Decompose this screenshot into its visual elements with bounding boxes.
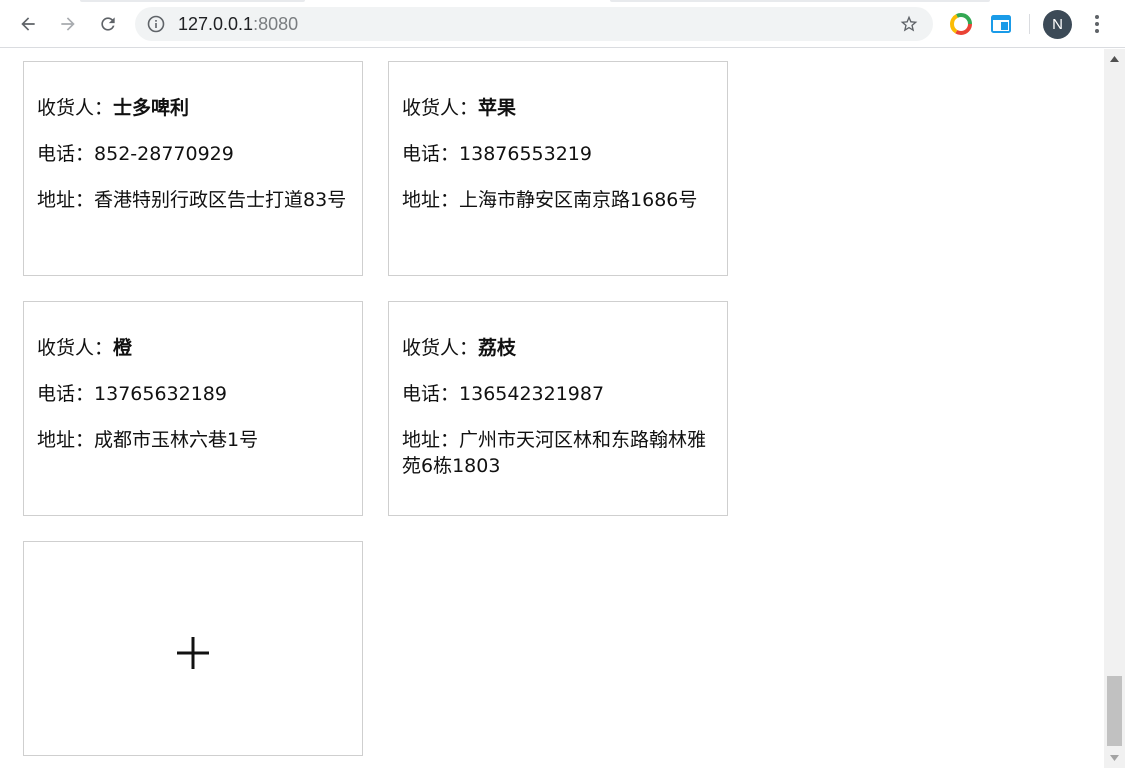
scroll-up-button[interactable]	[1104, 49, 1125, 69]
address-label: 地址：	[402, 429, 460, 451]
address-row: 地址：上海市静安区南京路1686号	[402, 187, 714, 213]
add-address-button[interactable]	[23, 541, 363, 756]
recipient-label: 收货人：	[402, 97, 479, 119]
address-label: 地址：	[37, 429, 95, 451]
phone-label: 电话：	[402, 143, 460, 165]
recipient-name: 橙	[113, 337, 133, 359]
phone-row: 电话：136542321987	[402, 381, 714, 407]
address-card[interactable]: 收货人：荔枝 电话：136542321987 地址：广州市天河区林和东路翰林雅苑…	[388, 301, 728, 516]
plus-icon	[177, 636, 209, 669]
address-value: 上海市静安区南京路1686号	[459, 189, 698, 211]
chrome-extension-icon	[950, 13, 972, 35]
url-host: 127.0.0.1	[178, 14, 254, 34]
phone-value: 852-28770929	[94, 143, 234, 165]
scrollbar-thumb[interactable]	[1107, 676, 1122, 746]
profile-avatar[interactable]: N	[1043, 10, 1072, 39]
vertical-scrollbar[interactable]	[1104, 49, 1125, 768]
recipient-name: 士多啤利	[113, 97, 190, 119]
star-icon[interactable]	[899, 14, 919, 34]
url-text[interactable]: 127.0.0.1:8080	[178, 7, 298, 41]
reload-icon	[101, 17, 115, 31]
back-arrow-icon	[21, 17, 35, 31]
address-row: 地址：广州市天河区林和东路翰林雅苑6栋1803	[402, 427, 714, 479]
forward-button[interactable]	[52, 8, 84, 40]
address-card[interactable]: 收货人：士多啤利 电话：852-28770929 地址：香港特别行政区告士打道8…	[23, 61, 363, 276]
scroll-down-button[interactable]	[1104, 748, 1125, 768]
phone-label: 电话：	[402, 383, 460, 405]
address-value: 成都市玉林六巷1号	[94, 429, 259, 451]
recipient-name: 荔枝	[478, 337, 517, 359]
window-extension-icon	[991, 15, 1011, 33]
recipient-name: 苹果	[478, 97, 517, 119]
scroll-up-arrow-icon	[1110, 56, 1119, 62]
toolbar-divider	[1029, 14, 1030, 34]
tab-strip-edge	[610, 0, 990, 2]
browser-menu-button[interactable]	[1084, 11, 1110, 37]
url-port: :8080	[253, 14, 299, 34]
address-card[interactable]: 收货人：橙 电话：13765632189 地址：成都市玉林六巷1号	[23, 301, 363, 516]
forward-arrow-icon	[61, 17, 75, 31]
phone-value: 13876553219	[459, 143, 592, 165]
recipient-label: 收货人：	[37, 337, 114, 359]
chrome-extension-button[interactable]	[947, 10, 975, 38]
browser-toolbar: 127.0.0.1:8080 N	[0, 0, 1125, 48]
address-card[interactable]: 收货人：苹果 电话：13876553219 地址：上海市静安区南京路1686号	[388, 61, 728, 276]
vertical-dots-icon	[1095, 15, 1099, 33]
address-label: 地址：	[37, 189, 95, 211]
address-value: 香港特别行政区告士打道83号	[94, 189, 347, 211]
phone-value: 136542321987	[459, 383, 605, 405]
reload-button[interactable]	[92, 8, 124, 40]
address-row: 地址：成都市玉林六巷1号	[37, 427, 349, 453]
phone-row: 电话：852-28770929	[37, 141, 349, 167]
address-row: 地址：香港特别行政区告士打道83号	[37, 187, 349, 213]
scroll-down-arrow-icon	[1110, 755, 1119, 761]
recipient-row: 收货人：荔枝	[402, 335, 714, 361]
recipient-row: 收货人：苹果	[402, 95, 714, 121]
recipient-row: 收货人：橙	[37, 335, 349, 361]
back-button[interactable]	[12, 8, 44, 40]
phone-label: 电话：	[37, 143, 95, 165]
window-extension-button[interactable]	[987, 10, 1015, 38]
phone-value: 13765632189	[94, 383, 227, 405]
page-viewport: 收货人：士多啤利 电话：852-28770929 地址：香港特别行政区告士打道8…	[0, 49, 1104, 768]
info-icon[interactable]	[147, 15, 165, 33]
recipient-label: 收货人：	[37, 97, 114, 119]
phone-row: 电话：13876553219	[402, 141, 714, 167]
phone-row: 电话：13765632189	[37, 381, 349, 407]
address-label: 地址：	[402, 189, 460, 211]
recipient-row: 收货人：士多啤利	[37, 95, 349, 121]
recipient-label: 收货人：	[402, 337, 479, 359]
tab-strip-edge	[80, 0, 305, 2]
phone-label: 电话：	[37, 383, 95, 405]
address-bar[interactable]: 127.0.0.1:8080	[135, 7, 933, 41]
